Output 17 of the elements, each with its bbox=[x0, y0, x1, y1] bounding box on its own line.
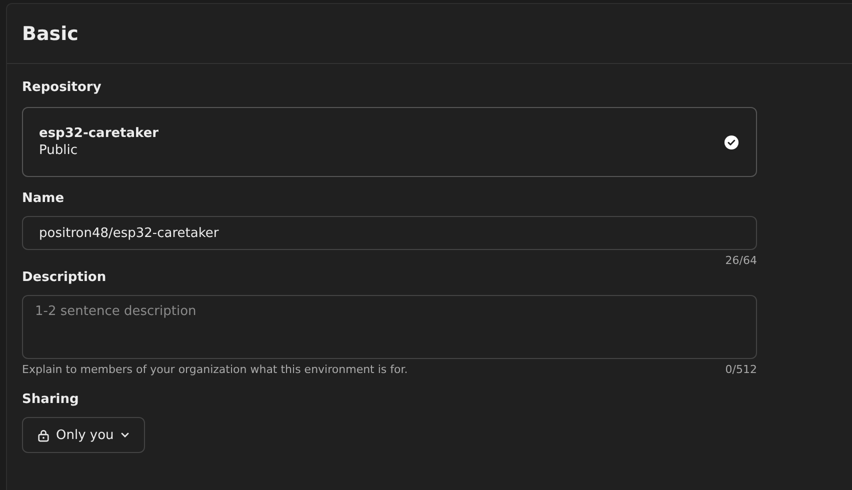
repository-name: esp32-caretaker bbox=[39, 126, 159, 141]
character-counter: 0/512 bbox=[725, 363, 757, 376]
name-input-field[interactable]: positron48/esp32-caretaker bbox=[22, 216, 757, 250]
description-input-field[interactable]: 1-2 sentence description bbox=[22, 295, 757, 359]
sharing-dropdown[interactable]: Only you bbox=[22, 417, 145, 453]
field-label: Sharing bbox=[22, 392, 79, 407]
section-title: Basic bbox=[22, 22, 78, 44]
character-counter: 26/64 bbox=[725, 254, 757, 267]
hint-text: Explain to members of your organization what this environment is for. bbox=[22, 363, 408, 376]
field-label: Description bbox=[22, 270, 106, 285]
lock-icon bbox=[37, 428, 50, 442]
chevron-down-icon bbox=[120, 430, 130, 440]
field-label: Name bbox=[22, 191, 64, 206]
repository-visibility: Public bbox=[39, 143, 78, 158]
repository-card[interactable]: esp32-caretaker Public bbox=[22, 107, 757, 177]
check-icon bbox=[724, 134, 739, 150]
field-label: Repository bbox=[22, 80, 102, 95]
